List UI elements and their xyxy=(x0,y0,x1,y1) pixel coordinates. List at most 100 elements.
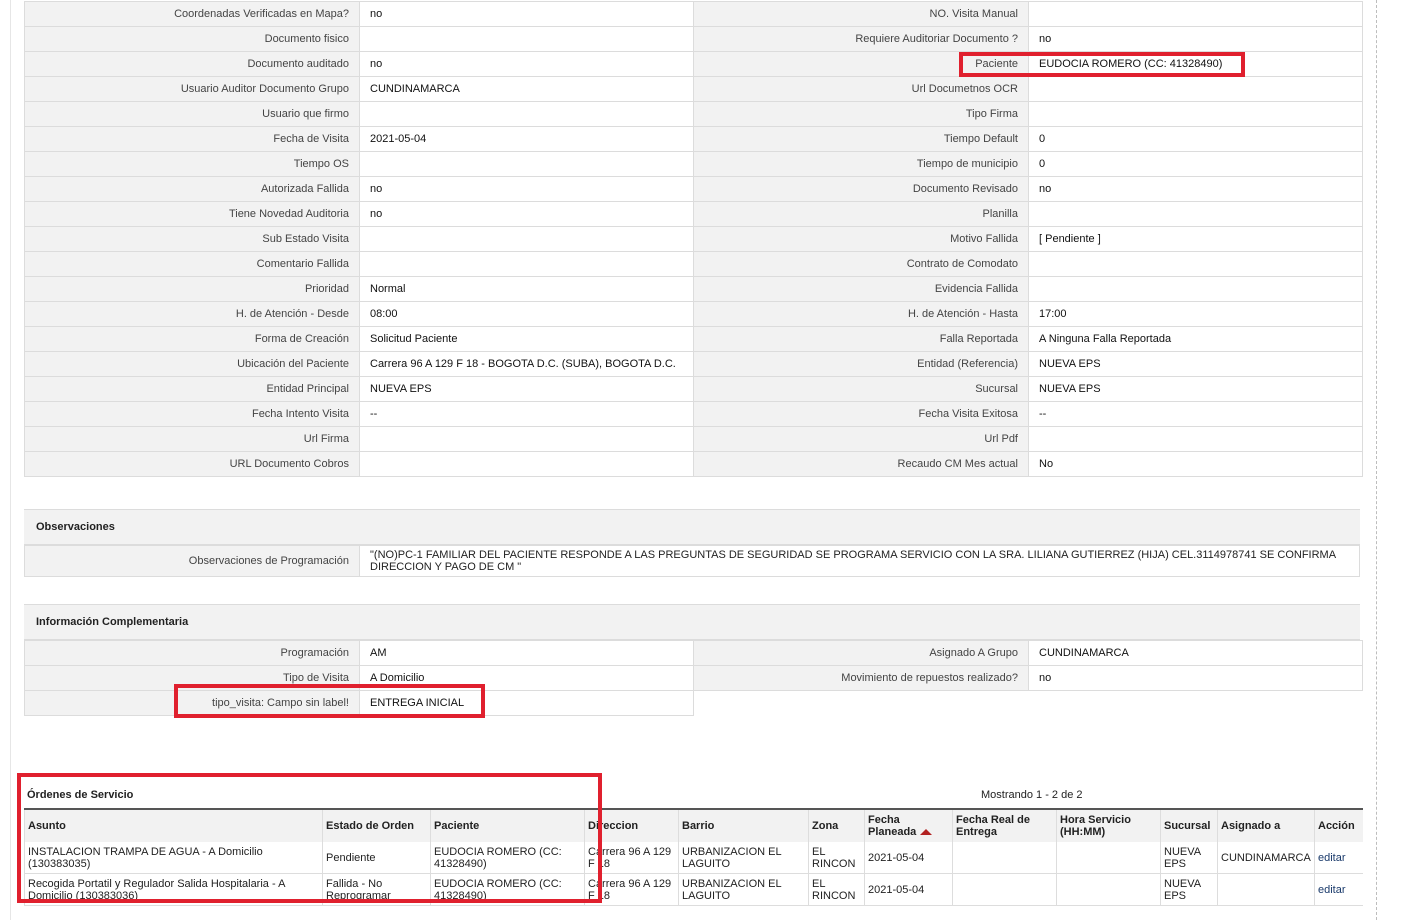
field-label: Url Pdf xyxy=(693,426,1029,452)
detail-row: Forma de Creación Solicitud Paciente Falla… xyxy=(24,326,1363,352)
col-direccion[interactable]: Direccion xyxy=(584,808,679,842)
detail-row: Sub Estado Visita Motivo Fallida[ Pendien… xyxy=(24,226,1363,252)
field-value: -- xyxy=(359,401,694,427)
cell-estado: Fallida - No Reprogramar xyxy=(322,873,431,906)
field-label: Tiene Novedad Auditoria xyxy=(24,201,360,227)
cell-accion: editar xyxy=(1314,873,1363,906)
field-value xyxy=(359,251,694,277)
col-asignado[interactable]: Asignado a xyxy=(1217,808,1315,842)
detail-row: Documento fisico Requiere Auditoriar Docu… xyxy=(24,26,1363,52)
table-row: INSTALACION TRAMPA DE AGUA - A Domicilio… xyxy=(24,842,1363,874)
observaciones-label: Observaciones de Programación xyxy=(24,545,360,577)
cell-hora xyxy=(1056,842,1161,874)
sort-ascending-icon[interactable] xyxy=(920,829,933,836)
field-value xyxy=(1028,276,1363,302)
field-label: Entidad (Referencia) xyxy=(693,351,1029,377)
field-value: Carrera 96 A 129 F 18 - BOGOTA D.C. (SUB… xyxy=(359,351,694,377)
cell-paciente: EUDOCIA ROMERO (CC: 41328490) xyxy=(430,873,585,906)
field-label: Tiempo OS xyxy=(24,151,360,177)
col-fecha-planeada-label: Fecha Planeada xyxy=(868,814,917,838)
field-label: Documento auditado xyxy=(24,51,360,77)
detail-row: Comentario Fallida Contrato de Comodato xyxy=(24,251,1363,277)
field-label: Ubicación del Paciente xyxy=(24,351,360,377)
detail-row: Url Firma Url Pdf xyxy=(24,426,1363,452)
cell-asignado: CUNDINAMARCA xyxy=(1217,842,1315,874)
detail-row: Prioridad Normal Evidencia Fallida xyxy=(24,276,1363,302)
field-value xyxy=(359,26,694,52)
field-value: NUEVA EPS xyxy=(359,376,694,402)
field-value xyxy=(359,101,694,127)
complementaria-row: Programación AM Asignado A Grupo CUNDINA… xyxy=(24,640,1363,666)
field-value: CUNDINAMARCA xyxy=(359,76,694,102)
cell-direccion: Carrera 96 A 129 F 18 xyxy=(584,842,679,874)
field-label: Sucursal xyxy=(693,376,1029,402)
field-value: CUNDINAMARCA xyxy=(1028,640,1363,666)
cell-sucursal: NUEVA EPS xyxy=(1160,873,1218,906)
ordenes-servicio-table: Asunto Estado de Orden Paciente Direccio… xyxy=(24,808,1363,906)
informacion-complementaria-section: Información Complementaria Programación … xyxy=(24,604,1363,716)
col-barrio[interactable]: Barrio xyxy=(678,808,809,842)
detail-row: Entidad Principal NUEVA EPS Sucursal NUEVA … xyxy=(24,376,1363,402)
field-value: no xyxy=(359,1,694,27)
field-label: Motivo Fallida xyxy=(693,226,1029,252)
detail-row: Coordenadas Verificadas en Mapa? no NO. Vi… xyxy=(24,1,1363,27)
field-label: Url Documetnos OCR xyxy=(693,76,1029,102)
field-value xyxy=(1028,426,1363,452)
field-label: Recaudo CM Mes actual xyxy=(693,451,1029,477)
field-label: Fecha Intento Visita xyxy=(24,401,360,427)
field-label: Asignado A Grupo xyxy=(693,640,1029,666)
table-row: Recogida Portatil y Regulador Salida Hos… xyxy=(24,873,1363,906)
field-value xyxy=(1028,201,1363,227)
field-label: URL Documento Cobros xyxy=(24,451,360,477)
field-value: Solicitud Paciente xyxy=(359,326,694,352)
page-right-dashed-border xyxy=(1376,0,1377,920)
cell-asignado xyxy=(1217,873,1315,906)
field-value: NUEVA EPS xyxy=(1028,376,1363,402)
cell-estado: Pendiente xyxy=(322,842,431,874)
col-estado[interactable]: Estado de Orden xyxy=(322,808,431,842)
cell-zona: EL RINCON xyxy=(808,842,865,874)
cell-asunto: INSTALACION TRAMPA DE AGUA - A Domicilio… xyxy=(24,842,323,874)
field-value: A Ninguna Falla Reportada xyxy=(1028,326,1363,352)
field-label: tipo_visita: Campo sin label! xyxy=(24,690,360,716)
field-label: Evidencia Fallida xyxy=(693,276,1029,302)
cell-asunto: Recogida Portatil y Regulador Salida Hos… xyxy=(24,873,323,906)
field-value: 0 xyxy=(1028,151,1363,177)
col-fecha-planeada[interactable]: Fecha Planeada xyxy=(864,808,953,842)
col-paciente[interactable]: Paciente xyxy=(430,808,585,842)
field-value: no xyxy=(1028,26,1363,52)
col-fecha-real[interactable]: Fecha Real de Entrega xyxy=(952,808,1057,842)
field-value: 17:00 xyxy=(1028,301,1363,327)
field-label: Autorizada Fallida xyxy=(24,176,360,202)
col-asunto[interactable]: Asunto xyxy=(24,808,323,842)
field-label: H. de Atención - Hasta xyxy=(693,301,1029,327)
complementaria-title: Información Complementaria xyxy=(24,604,1360,640)
cell-fecha-real xyxy=(952,873,1057,906)
field-value: A Domicilio xyxy=(359,665,694,691)
field-label: Fecha de Visita xyxy=(24,126,360,152)
editar-link[interactable]: editar xyxy=(1318,884,1346,896)
field-label: Usuario Auditor Documento Grupo xyxy=(24,76,360,102)
detail-row: Tiempo OS Tiempo de municipio 0 xyxy=(24,151,1363,177)
field-label: Fecha Visita Exitosa xyxy=(693,401,1029,427)
detail-row: Ubicación del Paciente Carrera 96 A 129 F… xyxy=(24,351,1363,377)
field-value: EUDOCIA ROMERO (CC: 41328490) xyxy=(1028,51,1363,77)
col-hora-servicio[interactable]: Hora Servicio (HH:MM) xyxy=(1056,808,1161,842)
field-value: Normal xyxy=(359,276,694,302)
field-label: Comentario Fallida xyxy=(24,251,360,277)
field-label: Falla Reportada xyxy=(693,326,1029,352)
col-sucursal[interactable]: Sucursal xyxy=(1160,808,1218,842)
field-label: Coordenadas Verificadas en Mapa? xyxy=(24,1,360,27)
field-value: 2021-05-04 xyxy=(359,126,694,152)
editar-link[interactable]: editar xyxy=(1318,852,1346,864)
field-value: no xyxy=(359,51,694,77)
complementaria-table: Programación AM Asignado A Grupo CUNDINA… xyxy=(24,640,1363,716)
detail-row: Fecha de Visita 2021-05-04 Tiempo Default 0 xyxy=(24,126,1363,152)
field-label: Documento Revisado xyxy=(693,176,1029,202)
cell-barrio: URBANIZACION EL LAGUITO xyxy=(678,873,809,906)
field-value: no xyxy=(1028,176,1363,202)
field-label: NO. Visita Manual xyxy=(693,1,1029,27)
detail-row: H. de Atención - Desde 08:00 H. de Atenció… xyxy=(24,301,1363,327)
col-zona[interactable]: Zona xyxy=(808,808,865,842)
field-label: H. de Atención - Desde xyxy=(24,301,360,327)
